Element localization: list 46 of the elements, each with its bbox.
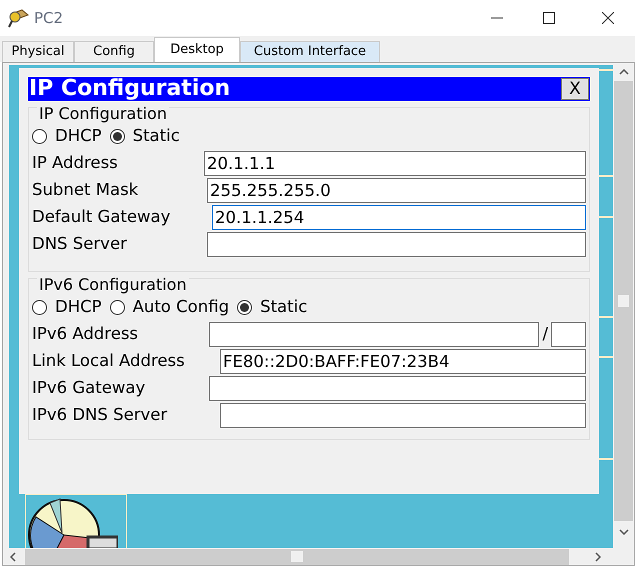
field-label: Default Gateway <box>32 206 172 228</box>
field-label: IPv6 Gateway <box>32 377 146 400</box>
tab[interactable]: Desktop <box>154 37 240 62</box>
scroll-thumb[interactable] <box>291 551 303 562</box>
close-icon[interactable] <box>602 12 614 24</box>
window-title: PC2 <box>34 8 64 29</box>
group-legend: IPv6 Configuration <box>37 277 189 293</box>
tab[interactable]: Config <box>74 41 154 62</box>
radio-option[interactable]: Static <box>237 295 308 320</box>
radio-button[interactable] <box>110 129 125 144</box>
field-label: IP Address <box>32 152 119 174</box>
radio-option[interactable]: DHCP <box>32 295 102 320</box>
radio-option[interactable]: Auto Config <box>110 295 230 320</box>
input-field[interactable] <box>207 232 586 257</box>
scroll-down-icon[interactable] <box>618 529 628 535</box>
scroll-left-icon[interactable] <box>10 552 16 562</box>
prefix-field[interactable] <box>551 322 586 347</box>
prefix-separator: / <box>542 323 548 346</box>
input-field[interactable]: 20.1.1.254 <box>212 205 586 230</box>
radio-button[interactable] <box>32 300 47 315</box>
field-label: IPv6 DNS Server <box>32 404 168 426</box>
scroll-right-icon[interactable] <box>595 552 601 562</box>
input-field[interactable] <box>220 403 586 428</box>
radio-option[interactable]: Static <box>110 124 180 149</box>
input-field[interactable] <box>209 376 586 401</box>
input-field[interactable]: FE80::2D0:BAFF:FE07:23B4 <box>220 349 586 374</box>
field-label: Link Local Address <box>32 350 186 372</box>
radio-button[interactable] <box>237 300 252 315</box>
input-field[interactable] <box>209 322 540 347</box>
field-label: Subnet Mask <box>32 179 140 202</box>
field-label: DNS Server <box>32 233 128 256</box>
input-field[interactable]: 20.1.1.1 <box>204 151 586 176</box>
radio-button[interactable] <box>32 129 47 144</box>
dialog-title: IP Configuration <box>29 78 230 100</box>
scroll-thumb[interactable] <box>618 295 629 307</box>
tab[interactable]: Physical <box>2 41 74 62</box>
input-field[interactable]: 255.255.255.0 <box>207 178 586 203</box>
app-icon <box>8 7 30 29</box>
group-legend: IP Configuration <box>37 106 169 122</box>
field-label: IPv6 Address <box>32 323 140 346</box>
radio-option[interactable]: DHCP <box>32 124 102 149</box>
tab[interactable]: Custom Interface <box>240 41 380 62</box>
radio-button[interactable] <box>110 300 125 315</box>
close-button[interactable]: X <box>561 78 589 100</box>
scroll-up-icon[interactable] <box>618 69 628 75</box>
maximize-icon[interactable] <box>543 12 555 24</box>
